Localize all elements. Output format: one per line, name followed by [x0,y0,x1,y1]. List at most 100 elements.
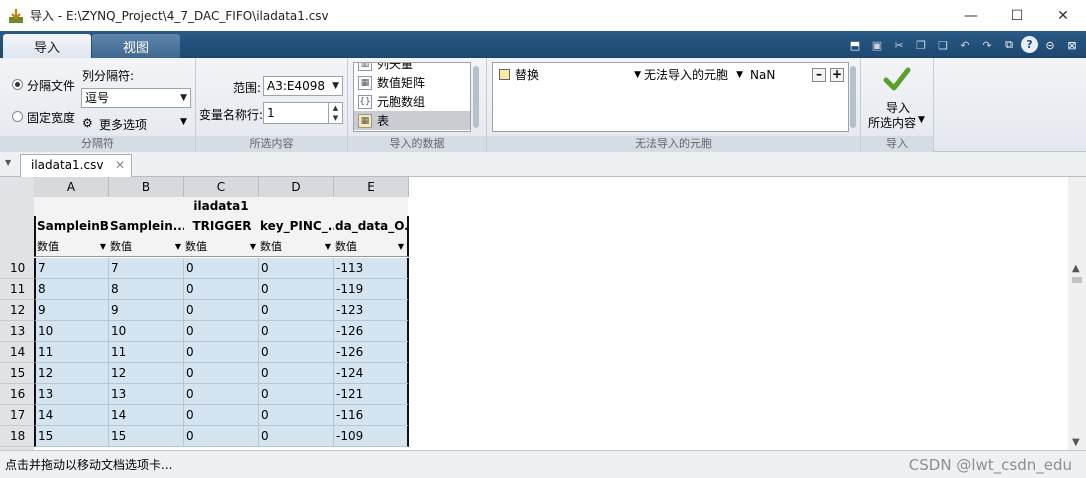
table-cell[interactable]: -123 [334,300,409,321]
variable-name-cell[interactable]: da_data_O... [334,216,409,237]
column-type-select[interactable]: 数值 ▼ [109,237,184,257]
switch-window-icon[interactable]: ⧉ [999,35,1019,55]
column-type-select[interactable]: 数值 ▼ [184,237,259,257]
table-cell[interactable]: 0 [259,342,334,363]
cut-icon[interactable]: ✂ [889,35,909,55]
table-cell[interactable]: 0 [259,426,334,447]
redo-icon[interactable]: ↷ [977,35,997,55]
close-icon[interactable]: ⊠ [1062,35,1082,55]
radio-fixed-width[interactable] [12,111,23,122]
column-header[interactable]: C [184,177,259,197]
table-cell[interactable]: 0 [184,426,259,447]
list-item-numeric-matrix[interactable]: ▦ 数值矩阵 [354,73,470,92]
table-cell[interactable]: 9 [34,300,109,321]
list-item-cell-array[interactable]: {} 元胞数组 [354,92,470,111]
column-type-select[interactable]: 数值 ▼ [34,237,109,257]
table-cell[interactable]: 0 [259,279,334,300]
tab-view[interactable]: 视图 [92,34,180,58]
range-input[interactable]: A3:E4098 ▼ [263,76,343,96]
scroll-up-icon[interactable]: ▲ [1072,263,1080,274]
list-item-table[interactable]: ▦ 表 [354,111,470,130]
rule-action-select[interactable]: 替换 ▼ [515,66,643,84]
table-cell[interactable]: 0 [184,363,259,384]
table-cell[interactable]: 8 [109,279,184,300]
table-cell[interactable]: 9 [109,300,184,321]
column-header[interactable]: E [334,177,409,197]
table-cell[interactable]: 7 [109,258,184,279]
paste-icon[interactable]: ❏ [933,35,953,55]
more-options-button[interactable]: 更多选项 [99,116,147,133]
collapse-icon[interactable]: ▼ [5,158,11,167]
column-header[interactable]: B [109,177,184,197]
column-header[interactable]: A [34,177,109,197]
table-cell[interactable]: 7 [34,258,109,279]
import-data-icon[interactable]: ⬒ [845,35,865,55]
rule-value-input[interactable]: NaN [750,66,805,84]
rules-scrollbar[interactable] [850,66,856,128]
table-cell[interactable]: 15 [109,426,184,447]
rule-target-select[interactable]: 无法导入的元胞 ▼ [644,66,745,84]
table-cell[interactable]: 0 [184,300,259,321]
table-cell[interactable]: 11 [34,342,109,363]
dataset-name[interactable]: iladata1 [34,197,408,216]
output-type-list[interactable]: ▥ 列矢量 ▦ 数值矩阵 {} 元胞数组 ▦ 表 [353,62,471,132]
table-cell[interactable]: -116 [334,405,409,426]
table-cell[interactable]: 0 [184,384,259,405]
table-cell[interactable]: -126 [334,321,409,342]
table-cell[interactable]: 0 [259,258,334,279]
table-cell[interactable]: 0 [184,279,259,300]
undo-icon[interactable]: ↶ [955,35,975,55]
variable-name-cell[interactable]: SampleinB... [34,216,109,237]
table-cell[interactable]: 11 [109,342,184,363]
column-delimiter-select[interactable]: 逗号 ▼ [81,88,191,108]
table-cell[interactable]: -124 [334,363,409,384]
close-tab-icon[interactable]: ✕ [115,155,125,176]
preview-table[interactable]: iladata1 ASampleinB...数值▼BSamplein...数值▼… [0,177,409,451]
table-cell[interactable]: 0 [259,363,334,384]
copy-icon[interactable]: ❐ [911,35,931,55]
add-rule-button[interactable]: + [830,68,844,82]
variable-name-cell[interactable]: key_PINC_... [259,216,334,237]
list-item-column-vectors[interactable]: ▥ 列矢量 [354,63,470,73]
variable-name-cell[interactable]: Samplein... [109,216,184,237]
table-cell[interactable]: 10 [34,321,109,342]
minimize-button[interactable]: — [948,0,994,31]
table-cell[interactable]: -121 [334,384,409,405]
table-cell[interactable]: -119 [334,279,409,300]
maximize-button[interactable]: ☐ [994,0,1040,31]
stepper-arrows-icon[interactable]: ▲ ▼ [328,103,342,123]
table-cell[interactable]: 0 [184,258,259,279]
table-cell[interactable]: 0 [259,384,334,405]
table-cell[interactable]: 15 [34,426,109,447]
table-cell[interactable]: 0 [259,300,334,321]
more-options-chevron-icon[interactable]: ▼ [180,117,187,127]
table-cell[interactable]: 14 [109,405,184,426]
table-cell[interactable]: -109 [334,426,409,447]
column-type-select[interactable]: 数值 ▼ [259,237,334,257]
checkmark-icon[interactable] [883,66,911,95]
table-cell[interactable]: 13 [34,384,109,405]
table-cell[interactable]: 0 [259,405,334,426]
save-icon[interactable]: ▣ [867,35,887,55]
table-cell[interactable]: 0 [184,342,259,363]
radio-delimited[interactable] [12,79,23,90]
remove-rule-button[interactable]: – [812,68,826,82]
table-cell[interactable]: -113 [334,258,409,279]
table-cell[interactable]: 0 [184,405,259,426]
table-cell[interactable]: 13 [109,384,184,405]
table-cell[interactable]: 0 [259,321,334,342]
grid-vertical-scrollbar[interactable]: ▲ ▼ [1068,177,1086,450]
table-cell[interactable]: 12 [109,363,184,384]
table-cell[interactable]: 0 [184,321,259,342]
tab-import[interactable]: 导入 [3,34,91,58]
import-selection-button[interactable]: 所选内容 [868,114,916,131]
table-cell[interactable]: 8 [34,279,109,300]
expand-icon[interactable]: ⊝ [1040,35,1060,55]
import-chevron-icon[interactable]: ▼ [918,115,925,125]
column-type-select[interactable]: 数值 ▼ [334,237,409,257]
varnames-row-stepper[interactable]: 1 ▲ ▼ [263,102,343,124]
table-cell[interactable]: -126 [334,342,409,363]
column-header[interactable]: D [259,177,334,197]
close-button[interactable]: ✕ [1040,0,1086,31]
table-cell[interactable]: 10 [109,321,184,342]
